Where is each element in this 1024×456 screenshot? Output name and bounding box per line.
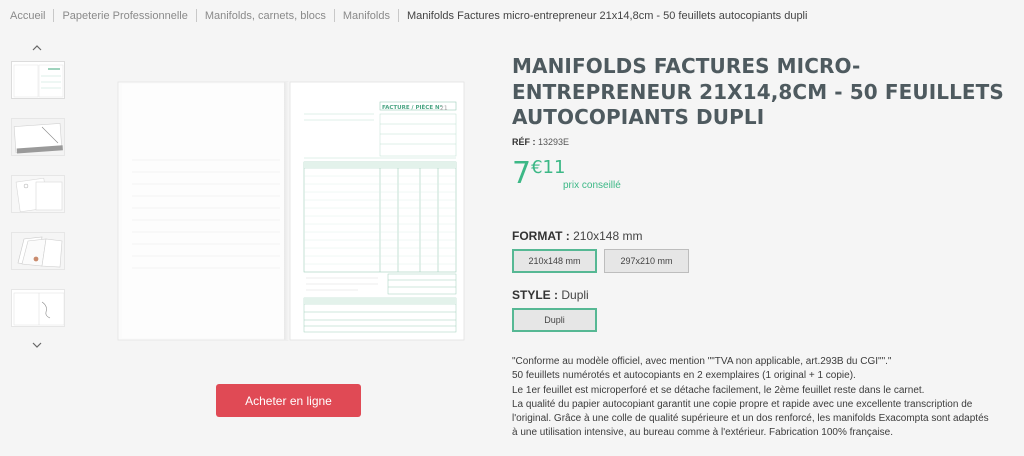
ref-value: 13293E	[538, 137, 570, 147]
product-reference: RÉF : 13293E	[512, 137, 569, 147]
form-header-text: FACTURE / PIÈCE N°	[382, 103, 443, 111]
description-line: à une utilisation intensive, au bureau c…	[512, 427, 894, 439]
format-label: FORMAT : 210x148 mm	[512, 229, 642, 243]
thumbnail-list	[11, 61, 65, 346]
price-note: prix conseillé	[563, 180, 621, 191]
thumbnail-3[interactable]	[11, 175, 65, 213]
style-label: STYLE : Dupli	[512, 288, 589, 302]
product-description: "Conforme au modèle officiel, avec menti…	[512, 355, 1017, 441]
format-option-297x210[interactable]: 297x210 mm	[604, 249, 689, 273]
thumbnail-2[interactable]	[11, 118, 65, 156]
breadcrumb-manifolds[interactable]: Manifolds	[343, 10, 390, 22]
form-number-text: 21	[440, 105, 448, 112]
thumbnail-5[interactable]	[11, 289, 65, 327]
breadcrumb-separator	[195, 9, 197, 22]
product-price: 7 €11	[512, 157, 565, 191]
style-label-value: Dupli	[561, 288, 589, 302]
description-line: "Conforme au modèle officiel, avec menti…	[512, 356, 892, 367]
breadcrumb-separator	[333, 9, 335, 22]
description-line: 50 feuillets numérotés et autocopiants e…	[512, 370, 856, 382]
breadcrumb: Accueil Papeterie Professionnelle Manifo…	[10, 9, 807, 22]
price-integer: 7	[512, 156, 532, 191]
style-option-dupli[interactable]: Dupli	[512, 308, 597, 332]
breadcrumb-papeterie[interactable]: Papeterie Professionnelle	[62, 10, 187, 22]
breadcrumb-current: Manifolds Factures micro-entrepreneur 21…	[406, 9, 808, 22]
format-label-value: 210x148 mm	[573, 229, 643, 243]
product-main-image: FACTURE / PIÈCE N° 21	[108, 80, 466, 342]
description-line: l'original. Grâce à une colle de qualité…	[512, 413, 989, 425]
buy-online-button[interactable]: Acheter en ligne	[216, 384, 361, 417]
price-decimal: €11	[531, 157, 566, 178]
breadcrumb-home[interactable]: Accueil	[10, 10, 45, 22]
breadcrumb-manifolds-carnets[interactable]: Manifolds, carnets, blocs	[205, 10, 326, 22]
description-line: Le 1er feuillet est microperforé et se d…	[512, 384, 925, 396]
format-option-210x148[interactable]: 210x148 mm	[512, 249, 597, 273]
style-label-key: STYLE :	[512, 288, 559, 302]
chevron-down-icon[interactable]	[30, 338, 44, 352]
breadcrumb-separator	[53, 9, 55, 22]
chevron-up-icon[interactable]	[30, 41, 44, 55]
product-title: MANIFOLDS FACTURES MICRO-ENTREPRENEUR 21…	[512, 54, 1004, 129]
ref-label: RÉF :	[512, 137, 536, 147]
format-label-key: FORMAT :	[512, 229, 570, 243]
thumbnail-1[interactable]	[11, 61, 65, 99]
description-line: La qualité du papier autocopiant garanti…	[512, 398, 973, 410]
breadcrumb-separator	[397, 9, 399, 22]
thumbnail-4[interactable]	[11, 232, 65, 270]
